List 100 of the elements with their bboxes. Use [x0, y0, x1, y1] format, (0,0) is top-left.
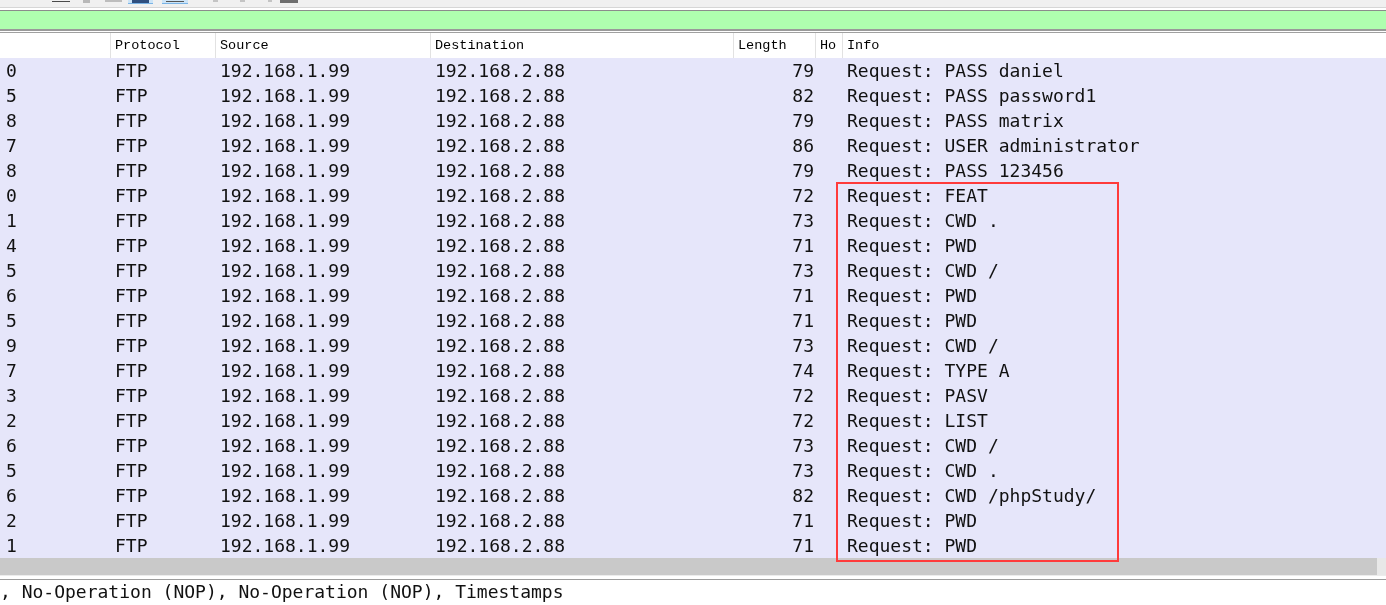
table-cell-text: Request: PWD — [846, 234, 979, 258]
table-cell-text: FTP — [114, 259, 149, 283]
table-cell-text: 6 — [5, 484, 18, 508]
table-cell-text: 73 — [791, 459, 815, 483]
table-cell-text: 1 — [5, 534, 18, 558]
table-cell-text: 192.168.2.88 — [434, 359, 567, 383]
table-cell-text: 192.168.1.99 — [219, 59, 352, 83]
table-cell-text: 192.168.1.99 — [219, 509, 352, 533]
table-cell-text: 192.168.2.88 — [434, 509, 567, 533]
toolbar-icon — [132, 0, 149, 3]
table-cell-text: 72 — [791, 384, 815, 408]
table-cell-text: 79 — [791, 159, 815, 183]
table-cell-text: 7 — [5, 134, 18, 158]
toolbar-button[interactable] — [52, 0, 70, 4]
table-cell-text: 79 — [791, 109, 815, 133]
table-cell-text: FTP — [114, 59, 149, 83]
table-cell-text: 71 — [791, 284, 815, 308]
table-cell-text: FTP — [114, 209, 149, 233]
table-cell-text: FTP — [114, 359, 149, 383]
table-cell-text: 82 — [791, 84, 815, 108]
table-cell-text: 74 — [791, 359, 815, 383]
toolbar-icon — [83, 0, 90, 3]
table-cell-text: 192.168.2.88 — [434, 209, 567, 233]
table-cell-text: 8 — [5, 159, 18, 183]
table-cell-text: 192.168.2.88 — [434, 84, 567, 108]
table-cell-text: FTP — [114, 534, 149, 558]
table-cell-text: 192.168.1.99 — [219, 184, 352, 208]
table-cell-text: FTP — [114, 384, 149, 408]
table-cell-text: 192.168.1.99 — [219, 334, 352, 358]
table-cell-text: 6 — [5, 434, 18, 458]
table-cell-text: 192.168.2.88 — [434, 184, 567, 208]
table-cell-text: FTP — [114, 434, 149, 458]
table-cell-text: 5 — [5, 459, 18, 483]
table-cell-text: 192.168.1.99 — [219, 259, 352, 283]
table-cell-text: Request: CWD / — [846, 334, 1000, 358]
table-cell-text: 192.168.1.99 — [219, 234, 352, 258]
table-cell-text: 2 — [5, 509, 18, 533]
table-cell-text: 73 — [791, 434, 815, 458]
table-cell-text: 192.168.2.88 — [434, 259, 567, 283]
table-cell-text: 192.168.1.99 — [219, 209, 352, 233]
table-cell-text: 71 — [791, 534, 815, 558]
table-cell-text: FTP — [114, 409, 149, 433]
toolbar-button[interactable] — [128, 0, 153, 4]
packet-detail-text: , No-Operation (NOP), No-Operation (NOP), Timestamps — [0, 580, 564, 604]
table-cell-text: Request: CWD . — [846, 209, 1000, 233]
table-cell-text: Request: PWD — [846, 509, 979, 533]
table-cell-text: Request: TYPE A — [846, 359, 1011, 383]
table-cell-text: Request: PASS daniel — [846, 59, 1065, 83]
table-cell-text: 192.168.2.88 — [434, 134, 567, 158]
table-cell-text: Request: PASS matrix — [846, 109, 1065, 133]
table-cell-text: 192.168.2.88 — [434, 59, 567, 83]
table-cell-text: Request: PASS 123456 — [846, 159, 1065, 183]
table-cell-text: 192.168.2.88 — [434, 384, 567, 408]
table-cell-text: Request: USER administrator — [846, 134, 1141, 158]
table-cell-text: 192.168.1.99 — [219, 484, 352, 508]
display-filter-field[interactable] — [0, 10, 1386, 31]
table-cell-text: 192.168.1.99 — [219, 409, 352, 433]
table-cell-text: 192.168.2.88 — [434, 434, 567, 458]
toolbar-button[interactable] — [280, 0, 298, 4]
table-cell-text: FTP — [114, 509, 149, 533]
table-cell-text: 1 — [5, 209, 18, 233]
table-cell-text: 3 — [5, 384, 18, 408]
table-cell-text: Request: PWD — [846, 534, 979, 558]
table-cell-text: FTP — [114, 459, 149, 483]
table-cell-text: Request: CWD . — [846, 459, 1000, 483]
table-cell-text: FTP — [114, 309, 149, 333]
toolbar-icon — [280, 0, 298, 3]
table-cell-text: 79 — [791, 59, 815, 83]
table-cell-text: FTP — [114, 134, 149, 158]
table-cell-text: 192.168.1.99 — [219, 434, 352, 458]
table-cell-text: FTP — [114, 159, 149, 183]
table-cell-text: 0 — [5, 59, 18, 83]
table-cell-text: 192.168.2.88 — [434, 309, 567, 333]
table-cell-text: 192.168.1.99 — [219, 384, 352, 408]
toolbar-button[interactable] — [162, 0, 188, 4]
table-cell-text: 192.168.1.99 — [219, 359, 352, 383]
table-cell-text: Request: LIST — [846, 409, 989, 433]
table-cell-text: 71 — [791, 234, 815, 258]
table-cell-text: 4 — [5, 234, 18, 258]
table-cell-text: 192.168.1.99 — [219, 284, 352, 308]
table-cell-text: 192.168.2.88 — [434, 284, 567, 308]
table-cell-text: 2 — [5, 409, 18, 433]
table-cell-text: 73 — [791, 334, 815, 358]
table-cell-text: FTP — [114, 234, 149, 258]
table-cell-text: 72 — [791, 184, 815, 208]
table-cell-text: 5 — [5, 84, 18, 108]
table-cell-text: 192.168.2.88 — [434, 334, 567, 358]
table-cell-text: Request: PASS password1 — [846, 84, 1098, 108]
table-cell-text: FTP — [114, 284, 149, 308]
table-cell-text: FTP — [114, 484, 149, 508]
table-cell-text: Request: CWD / — [846, 434, 1000, 458]
table-cell-text: 192.168.2.88 — [434, 459, 567, 483]
table-cell-text: 73 — [791, 259, 815, 283]
table-cell-text: 192.168.1.99 — [219, 459, 352, 483]
table-cell-text: 192.168.2.88 — [434, 534, 567, 558]
table-cell-text: 86 — [791, 134, 815, 158]
table-cell-text: Request: FEAT — [846, 184, 989, 208]
table-cell-text: 7 — [5, 359, 18, 383]
table-cell-text: 192.168.2.88 — [434, 234, 567, 258]
table-cell-text: FTP — [114, 109, 149, 133]
